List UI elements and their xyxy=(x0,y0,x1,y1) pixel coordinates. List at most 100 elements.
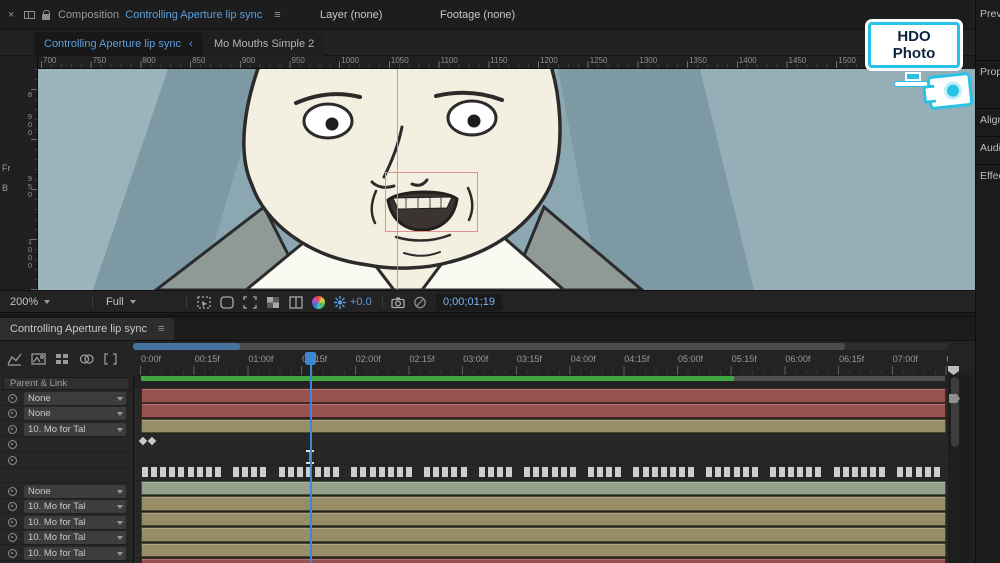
pick-whip-icon[interactable] xyxy=(8,394,17,403)
sequence-keyframe[interactable] xyxy=(405,467,412,478)
sequence-keyframe[interactable] xyxy=(324,467,330,478)
keyframe-diamond[interactable] xyxy=(147,437,157,446)
sequence-keyframe[interactable] xyxy=(669,467,676,478)
sequence-keyframe[interactable] xyxy=(769,467,776,478)
vertical-ruler[interactable]: 8 9 0 0 9 5 0 1 0 0 0 xyxy=(26,69,37,290)
sequence-keyframe[interactable] xyxy=(142,467,148,478)
keyframe-diamond[interactable] xyxy=(138,437,148,446)
view-layout-icon[interactable] xyxy=(288,295,304,310)
sequence-keyframe[interactable] xyxy=(160,467,167,478)
timeline-tab[interactable]: Controlling Aperture lip sync ≡ xyxy=(0,318,175,340)
sequence-keyframe[interactable] xyxy=(251,467,258,478)
transfer-controls-icon[interactable] xyxy=(78,351,95,367)
sequence-keyframe[interactable] xyxy=(733,467,740,478)
pick-whip-icon[interactable] xyxy=(8,455,17,465)
sequence-keyframe[interactable] xyxy=(560,467,567,478)
time-navigator-handle[interactable] xyxy=(133,343,240,350)
sequence-keyframe[interactable] xyxy=(724,467,731,478)
docked-panel-tab[interactable]: Prop xyxy=(980,66,1000,78)
parent-select[interactable]: 10. Mo for Tal xyxy=(24,422,126,436)
sequence-keyframe[interactable] xyxy=(242,467,249,478)
current-time-indicator-head[interactable] xyxy=(305,352,316,365)
transparency-grid-icon[interactable] xyxy=(265,295,281,310)
in-out-columns-icon[interactable] xyxy=(102,351,119,367)
docked-panel-tab[interactable]: Align xyxy=(980,114,1000,126)
horizontal-ruler[interactable]: 700 750 800 850 900 950 1000 1050 1100 1150 1200 12… xyxy=(38,56,950,69)
comp-marker[interactable] xyxy=(948,366,959,375)
sequence-keyframe[interactable] xyxy=(651,467,658,478)
layer-duration-bar[interactable] xyxy=(141,403,946,418)
layer-duration-bar[interactable] xyxy=(141,542,946,557)
resolution-select[interactable]: Full xyxy=(100,294,142,311)
region-of-interest-icon[interactable] xyxy=(242,295,258,310)
selection-region-icon[interactable] xyxy=(196,295,212,310)
layer-duration-bar[interactable] xyxy=(141,527,946,542)
sequence-keyframe[interactable] xyxy=(633,467,640,478)
layer-duration-bar[interactable] xyxy=(141,388,946,403)
time-navigator[interactable] xyxy=(133,343,948,350)
parent-select[interactable]: None xyxy=(24,407,126,421)
sequence-keyframe[interactable] xyxy=(396,467,403,478)
sequence-keyframe[interactable] xyxy=(314,467,321,478)
layer-tab[interactable]: Layer (none) xyxy=(320,0,382,30)
composition-thumbnail-icon[interactable] xyxy=(30,351,47,367)
sequence-keyframe[interactable] xyxy=(833,467,840,478)
magnification-select[interactable]: 200% xyxy=(4,294,56,311)
parent-link-header[interactable]: Parent & Link xyxy=(3,377,130,390)
sequence-keyframe[interactable] xyxy=(706,467,713,478)
timecode-display[interactable]: 0;00;01;19 xyxy=(436,294,502,311)
parent-select[interactable]: None xyxy=(24,392,126,405)
show-snapshot-icon[interactable] xyxy=(412,295,428,310)
back-chevron-icon[interactable]: ‹ xyxy=(189,38,193,50)
sequence-keyframe[interactable] xyxy=(569,467,576,478)
sequence-keyframe[interactable] xyxy=(196,467,203,478)
close-panel-icon[interactable]: × xyxy=(8,0,14,30)
composition-tab[interactable]: Composition Controlling Aperture lip syn… xyxy=(58,0,281,30)
sequence-keyframe[interactable] xyxy=(287,467,294,478)
sequence-keyframe[interactable] xyxy=(897,467,904,478)
sequence-keyframe[interactable] xyxy=(205,467,212,478)
layer-duration-bar[interactable] xyxy=(141,557,946,563)
sequence-keyframe[interactable] xyxy=(333,467,340,478)
pick-whip-icon[interactable] xyxy=(8,486,17,496)
sequence-keyframe[interactable] xyxy=(442,467,449,478)
pick-whip-icon[interactable] xyxy=(8,548,17,558)
sequence-keyframe[interactable] xyxy=(387,467,394,478)
sequence-keyframe[interactable] xyxy=(806,467,813,478)
layer-duration-bar[interactable] xyxy=(141,480,946,496)
sequence-keyframe[interactable] xyxy=(524,467,531,478)
docked-panel-tab[interactable]: Audio xyxy=(980,142,1000,154)
sequence-keyframe[interactable] xyxy=(187,467,194,478)
sequence-keyframe[interactable] xyxy=(606,467,613,478)
sequence-keyframe[interactable] xyxy=(487,467,494,478)
sequence-keyframe[interactable] xyxy=(933,467,940,478)
color-management-icon[interactable] xyxy=(312,296,325,309)
sequence-keyframe[interactable] xyxy=(378,467,385,478)
vertical-scrollbar[interactable] xyxy=(948,375,962,563)
sequence-keyframe[interactable] xyxy=(451,467,458,478)
lock-icon[interactable] xyxy=(42,10,50,20)
exposure-icon[interactable] xyxy=(332,295,348,310)
sequence-keyframe[interactable] xyxy=(360,467,367,478)
sequence-keyframe[interactable] xyxy=(870,467,876,478)
sequence-keyframe[interactable] xyxy=(906,467,913,478)
sequence-keyframe[interactable] xyxy=(742,467,749,478)
sequence-keyframe[interactable] xyxy=(879,467,886,478)
pick-whip-icon[interactable] xyxy=(8,424,17,434)
sequence-keyframe[interactable] xyxy=(851,467,858,478)
sequence-keyframe[interactable] xyxy=(751,467,758,478)
sequence-keyframe[interactable] xyxy=(815,467,822,478)
sequence-keyframe[interactable] xyxy=(587,467,594,478)
parent-select[interactable]: 10. Mo for Tal xyxy=(24,515,126,529)
sequence-keyframe[interactable] xyxy=(924,467,931,478)
sequence-keyframe[interactable] xyxy=(296,467,303,478)
mask-toggle-icon[interactable] xyxy=(219,295,235,310)
docked-panel-tab[interactable]: Effec xyxy=(980,170,1000,182)
sequence-keyframe[interactable] xyxy=(797,467,804,478)
pick-whip-icon[interactable] xyxy=(8,533,17,543)
sequence-keyframe[interactable] xyxy=(542,467,549,478)
sequence-keyframe[interactable] xyxy=(424,467,431,478)
sequence-keyframe[interactable] xyxy=(842,467,849,478)
sequence-keyframe[interactable] xyxy=(688,467,694,478)
pick-whip-icon[interactable] xyxy=(8,502,17,512)
